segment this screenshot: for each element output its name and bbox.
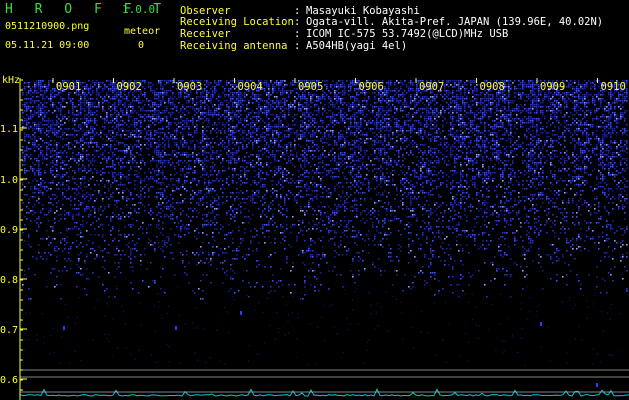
noise-layer bbox=[22, 80, 628, 387]
label-layer: kHz 1.1 1.0 0.9 0.8 0.7 0.6 0901 0902 0903 0904 090… bbox=[0, 75, 626, 386]
y-tick-label: 0.7 bbox=[0, 325, 18, 336]
grid-layer bbox=[19, 78, 629, 400]
time-label: 0910 bbox=[601, 81, 626, 93]
time-label: 0905 bbox=[298, 81, 323, 93]
time-label: 0903 bbox=[177, 81, 202, 93]
spectrogram: kHz 1.1 1.0 0.9 0.8 0.7 0.6 0901 0902 0903 0904 090… bbox=[0, 75, 629, 400]
y-tick-label: 1.1 bbox=[0, 124, 18, 135]
time-label: 0908 bbox=[480, 81, 505, 93]
hrofft-window: H R O F F T 1.0.0 0511210900.png 05.11.2… bbox=[0, 0, 629, 400]
time-label: 0902 bbox=[117, 81, 142, 93]
y-tick-label: 1.0 bbox=[0, 175, 18, 186]
y-tick-label: 0.8 bbox=[0, 275, 18, 286]
y-unit-label: kHz bbox=[2, 75, 20, 86]
y-tick-label: 0.6 bbox=[0, 375, 18, 386]
time-label: 0904 bbox=[238, 81, 263, 93]
time-label: 0909 bbox=[540, 81, 565, 93]
baseline-signal bbox=[19, 388, 629, 397]
time-label: 0907 bbox=[419, 81, 444, 93]
y-tick-label: 0.9 bbox=[0, 225, 18, 236]
time-label: 0901 bbox=[56, 81, 81, 93]
time-label: 0906 bbox=[359, 81, 384, 93]
